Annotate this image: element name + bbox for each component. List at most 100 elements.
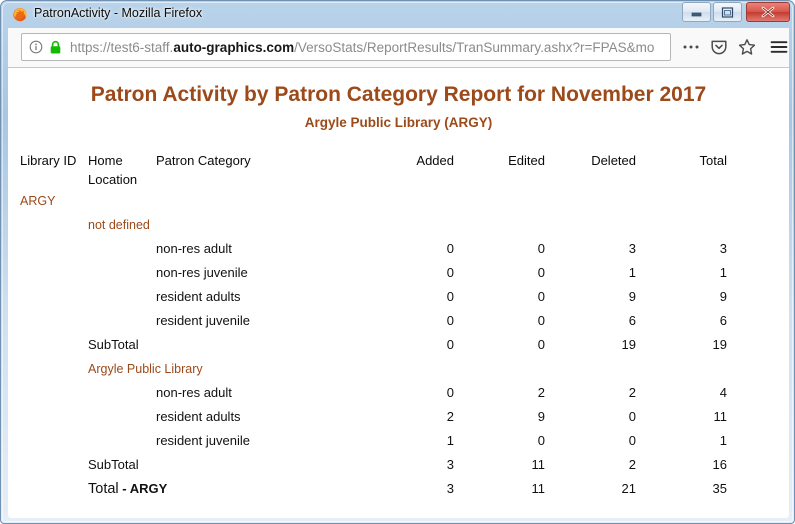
column-header-added: Added [416,153,454,168]
added-value: 0 [446,265,454,280]
patron-category-value: resident juvenile [156,313,250,328]
browser-window: PatronActivity - Mozilla Firefox https:/… [0,0,795,524]
pocket-icon[interactable] [708,36,730,58]
table-row: non-res adult 0 0 3 3 [20,237,727,261]
page-content: Patron Activity by Patron Category Repor… [8,68,789,518]
deleted-value: 2 [628,385,636,400]
added-value: 0 [446,289,454,304]
page-title: Patron Activity by Patron Category Repor… [90,83,707,106]
subtotal-added: 0 [446,337,454,352]
report-subtitle: Argyle Public Library (ARGY) [304,115,493,130]
url-domain: auto-graphics.com [173,39,295,55]
home-location-label: Argyle Public Library [88,362,203,376]
edited-value: 0 [537,265,545,280]
column-header-library-id: Library ID [20,153,77,168]
table-row: non-res juvenile 0 0 1 1 [20,261,727,285]
patron-category-value: non-res juvenile [156,265,248,280]
url-text: https://test6-staff.auto-graphics.com/Ve… [70,40,654,55]
column-header-deleted: Deleted [591,153,636,168]
added-value: 2 [446,409,454,424]
subtotal-deleted: 2 [628,457,636,472]
restore-button[interactable] [713,2,742,22]
home-location-label: not defined [88,218,150,232]
added-value: 0 [446,241,454,256]
grand-total-label: Total - ARGY [88,477,363,501]
patron-category-value: resident juvenile [156,433,250,448]
deleted-value: 9 [628,289,636,304]
grand-total-suffix: - ARGY [118,481,168,496]
total-value: 6 [719,313,727,328]
window-title: PatronActivity - Mozilla Firefox [34,6,203,20]
added-value: 0 [446,313,454,328]
added-value: 1 [446,433,454,448]
title-bar[interactable]: PatronActivity - Mozilla Firefox [1,1,795,28]
grand-total-deleted: 21 [621,481,636,496]
url-prefix: https://test6-staff. [70,39,174,55]
total-value: 11 [713,409,728,424]
edited-value: 9 [537,409,545,424]
column-header-edited: Edited [508,153,545,168]
patron-activity-table: Library ID Home Location Patron Category… [20,151,727,501]
table-row-subtotal: SubTotal 3 11 2 16 [20,453,727,477]
total-value: 9 [719,289,727,304]
star-icon[interactable] [736,36,758,58]
total-value: 1 [719,265,727,280]
table-row: resident adults 2 9 0 11 [20,405,727,429]
deleted-value: 0 [628,409,636,424]
table-row-subtotal: SubTotal 0 0 19 19 [20,333,727,357]
column-header-home-location: Home Location [88,153,138,187]
table-row: resident adults 0 0 9 9 [20,285,727,309]
edited-value: 0 [537,289,545,304]
minimize-button[interactable] [682,2,711,22]
edited-value: 0 [537,313,545,328]
total-value: 3 [719,241,727,256]
total-value: 4 [719,385,727,400]
table-header-row: Library ID Home Location Patron Category… [20,151,727,189]
patron-category-value: resident adults [156,409,241,424]
subtotal-added: 3 [446,457,454,472]
patron-category-value: resident adults [156,289,241,304]
subtotal-deleted: 19 [621,337,636,352]
library-id-value: ARGY [20,194,56,208]
patron-category-value: non-res adult [156,241,232,256]
deleted-value: 3 [628,241,636,256]
subtotal-total: 19 [712,337,727,352]
info-circle-icon[interactable] [29,40,43,54]
subtotal-total: 16 [712,457,727,472]
edited-value: 2 [537,385,545,400]
grand-total-total: 35 [712,481,727,496]
hamburger-menu-icon[interactable] [768,36,790,58]
table-row-group-header: not defined [20,213,727,237]
table-row-library-id: ARGY [20,189,727,213]
url-path: /VersoStats/ReportResults/TranSummary.as… [294,39,655,55]
deleted-value: 1 [628,265,636,280]
close-button[interactable] [746,2,790,22]
column-header-patron-category: Patron Category [156,153,251,168]
table-row-grand-total: Total - ARGY 3 11 21 35 [20,477,727,501]
deleted-value: 6 [628,313,636,328]
patron-category-value: non-res adult [156,385,232,400]
subtotal-edited: 11 [531,457,546,472]
total-value: 1 [719,433,727,448]
address-bar[interactable]: https://test6-staff.auto-graphics.com/Ve… [21,33,671,61]
column-header-total: Total [699,153,727,168]
subtotal-edited: 0 [537,337,545,352]
table-row: non-res adult 0 2 2 4 [20,381,727,405]
deleted-value: 0 [628,433,636,448]
grand-total-word: Total [88,481,119,497]
table-body: ARGY not defined non-res adult 0 0 3 3 n… [20,189,727,501]
added-value: 0 [446,385,454,400]
grand-total-added: 3 [446,481,454,496]
grand-total-edited: 11 [531,481,546,496]
edited-value: 0 [537,241,545,256]
table-row-group-header: Argyle Public Library [20,357,727,381]
padlock-icon[interactable] [49,40,62,55]
table-header: Library ID Home Location Patron Category… [20,151,727,189]
browser-toolbar: https://test6-staff.auto-graphics.com/Ve… [8,28,789,68]
table-row: resident juvenile 1 0 0 1 [20,429,727,453]
table-row: resident juvenile 0 0 6 6 [20,309,727,333]
firefox-logo-icon [12,6,28,22]
edited-value: 0 [537,433,545,448]
ellipsis-icon[interactable] [680,36,702,58]
subtotal-label: SubTotal [88,457,139,472]
